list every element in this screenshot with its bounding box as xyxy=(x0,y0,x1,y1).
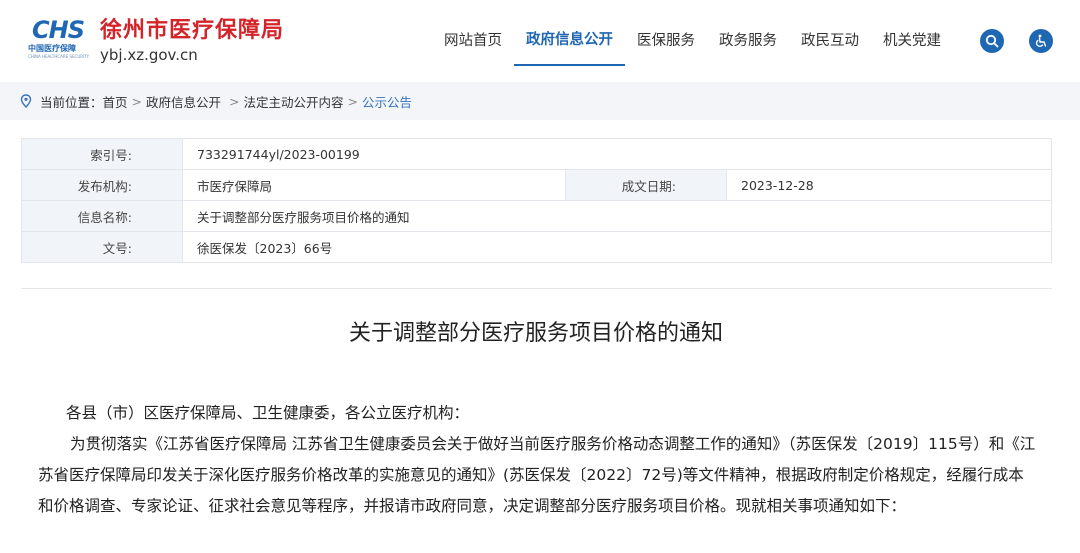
wheelchair-icon xyxy=(1036,34,1047,47)
accessibility-button[interactable] xyxy=(1029,29,1053,53)
nav-interaction[interactable]: 政民互动 xyxy=(789,0,871,66)
nav-gov-info[interactable]: 政府信息公开 xyxy=(514,0,625,66)
article-body: 各县（市）区医疗保障局、卫生健康委，各公立医疗机构： 为贯彻落实《江苏省医疗保障… xyxy=(38,398,1038,522)
breadcrumb-legal-disclosure[interactable]: 法定主动公开内容 xyxy=(244,92,344,111)
index-value: 733291744yl/2023-00199 xyxy=(182,138,1052,170)
divider xyxy=(21,288,1052,289)
breadcrumb-home[interactable]: 首页 xyxy=(103,92,128,111)
site-domain: ybj.xz.gov.cn xyxy=(100,46,198,64)
table-row: 信息名称: 关于调整部分医疗服务项目价格的通知 xyxy=(21,200,1052,232)
logo-org-en: CHINA HEALTHCARE SECURITY xyxy=(28,54,90,59)
location-pin-icon xyxy=(20,94,32,108)
document-meta-table: 索引号: 733291744yl/2023-00199 发布机构: 市医疗保障局… xyxy=(21,138,1052,263)
site-title: 徐州市医疗保障局 xyxy=(100,18,285,43)
breadcrumb-current[interactable]: 公示公告 xyxy=(362,92,412,111)
search-button[interactable] xyxy=(980,29,1004,53)
table-row: 索引号: 733291744yl/2023-00199 xyxy=(21,138,1052,170)
breadcrumb-prefix: 当前位置： xyxy=(40,94,103,110)
name-value: 关于调整部分医疗服务项目价格的通知 xyxy=(182,200,1052,232)
breadcrumb-gov-info[interactable]: 政府信息公开 xyxy=(146,92,221,111)
publisher-label: 发布机构: xyxy=(21,169,183,201)
table-row: 文号: 徐医保发〔2023〕66号 xyxy=(21,231,1052,263)
table-row: 发布机构: 市医疗保障局 成文日期: 2023-12-28 xyxy=(21,169,1052,201)
index-label: 索引号: xyxy=(21,138,183,170)
publisher-value: 市医疗保障局 xyxy=(182,169,566,201)
docno-label: 文号: xyxy=(21,231,183,263)
logo-abbr: CHS xyxy=(32,16,85,44)
main-nav: 网站首页 政府信息公开 医保服务 政务服务 政民互动 机关党建 xyxy=(432,0,953,68)
breadcrumb: 当前位置： 首页 > 政府信息公开 > 法定主动公开内容 > 公示公告 xyxy=(20,82,412,120)
article-salutation: 各县（市）区医疗保障局、卫生健康委，各公立医疗机构： xyxy=(66,404,470,422)
nav-home[interactable]: 网站首页 xyxy=(432,0,514,66)
nav-gov-service[interactable]: 政务服务 xyxy=(707,0,789,66)
article-title: 关于调整部分医疗服务项目价格的通知 xyxy=(348,321,723,346)
breadcrumb-bar: 当前位置： 首页 > 政府信息公开 > 法定主动公开内容 > 公示公告 xyxy=(0,82,1080,120)
breadcrumb-separator: > xyxy=(131,93,143,109)
name-label: 信息名称: xyxy=(21,200,183,232)
breadcrumb-separator: > xyxy=(347,93,359,109)
site-header: CHS 中国医疗保障 CHINA HEALTHCARE SECURITY 徐州市… xyxy=(0,0,1080,82)
nav-insurance-service[interactable]: 医保服务 xyxy=(625,0,707,66)
article-paragraph: 为贯彻落实《江苏省医疗保障局 江苏省卫生健康委员会关于做好当前医疗服务价格动态调… xyxy=(38,435,1036,515)
chs-logo-icon: CHS 中国医疗保障 CHINA HEALTHCARE SECURITY xyxy=(28,18,94,64)
breadcrumb-separator: > xyxy=(229,93,240,109)
site-logo[interactable]: CHS 中国医疗保障 CHINA HEALTHCARE SECURITY 徐州市… xyxy=(28,18,284,64)
docno-value: 徐医保发〔2023〕66号 xyxy=(182,231,1052,263)
nav-party[interactable]: 机关党建 xyxy=(871,0,953,66)
logo-org-cn: 中国医疗保障 xyxy=(28,44,76,53)
date-label: 成文日期: xyxy=(565,169,727,201)
date-value: 2023-12-28 xyxy=(726,169,1052,201)
search-icon xyxy=(985,34,999,48)
